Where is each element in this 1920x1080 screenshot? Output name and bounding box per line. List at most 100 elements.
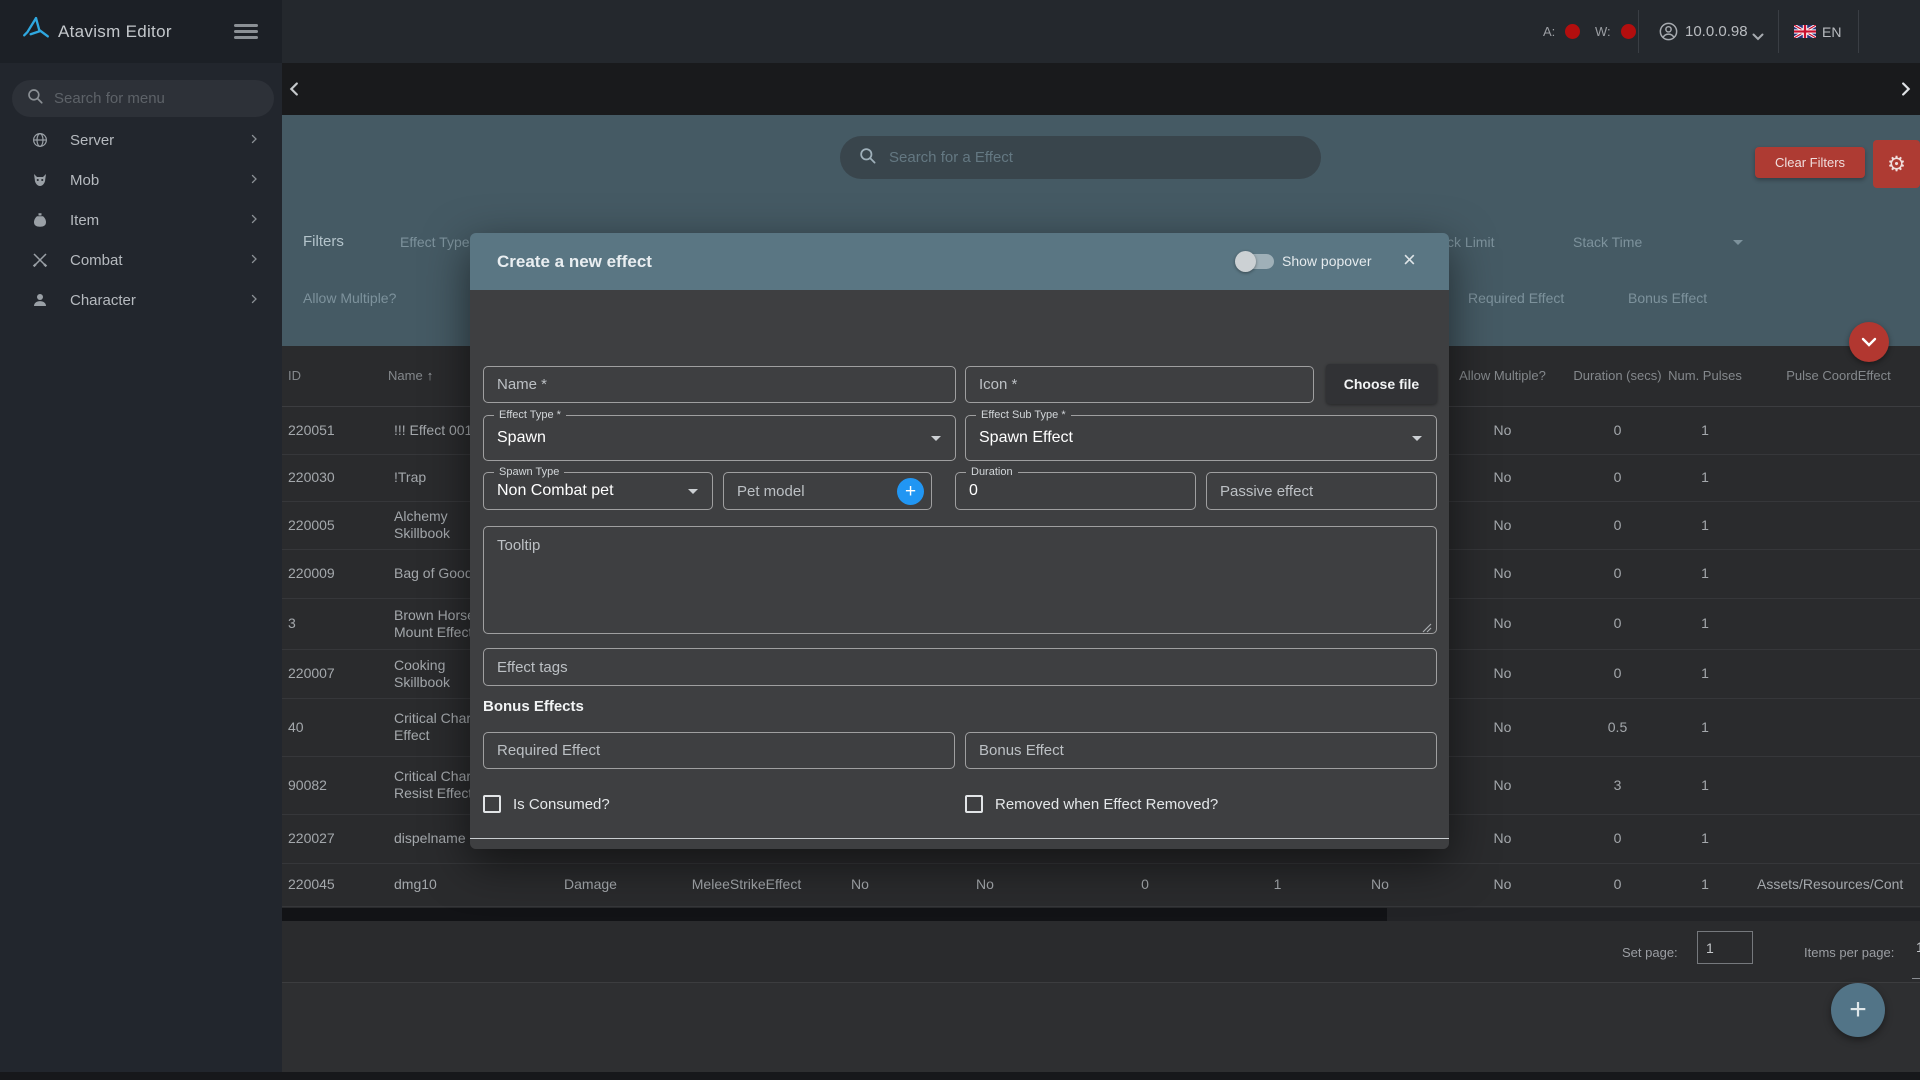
table-cell: 1 (1665, 549, 1745, 598)
sidebar-item-server[interactable]: Server (0, 120, 282, 160)
items-per-page-select[interactable]: 10 (1912, 939, 1920, 979)
table-cell: 220007 (282, 649, 388, 698)
table-cell: 0 (1570, 454, 1665, 501)
sidebar-item-mob[interactable]: Mob (0, 160, 282, 200)
sidebar-search[interactable] (12, 80, 274, 117)
chevron-right-icon (248, 252, 260, 269)
table-cell: 220009 (282, 549, 388, 598)
table-cell: 1 (1665, 598, 1745, 649)
modal-body: Choose file Effect Type * Spawn Effect S… (470, 290, 1449, 849)
pagination-bar: Set page: Items per page: 10 1 – 10 of 7… (282, 921, 1920, 982)
set-page-input[interactable] (1697, 931, 1753, 964)
bonus-effect-field[interactable] (965, 732, 1437, 769)
table-row[interactable]: 220045dmg10DamageMeleeStrikeEffectNoNo01… (282, 863, 1920, 906)
table-cell: MeleeStrikeEffect (683, 863, 810, 906)
table-cell: 0 (1060, 863, 1230, 906)
table-cell (1745, 649, 1920, 698)
hamburger-menu-icon[interactable] (234, 24, 258, 40)
sidebar-search-input[interactable] (54, 90, 244, 107)
create-effect-modal: Create a new effect Show popover × Choos… (470, 233, 1449, 849)
table-cell: No (1435, 549, 1570, 598)
column-header-duration-secs-[interactable]: Duration (secs) (1570, 346, 1665, 406)
bottom-strip (0, 1072, 1920, 1080)
effect-type-select[interactable]: Effect Type * Spawn (483, 415, 956, 461)
chevron-right-icon (248, 292, 260, 309)
table-cell: 1 (1665, 698, 1745, 756)
effect-tags-field[interactable] (483, 648, 1437, 686)
checkbox-icon[interactable] (483, 795, 501, 813)
table-cell: dmg10 (388, 863, 498, 906)
sidebar-header: Atavism Editor (0, 0, 282, 63)
chevron-down-icon[interactable] (1752, 28, 1764, 46)
filter-required-effect[interactable]: Required Effect (1468, 290, 1564, 306)
add-pet-model-icon[interactable]: + (897, 478, 924, 505)
tab-scroll-left-icon[interactable] (284, 78, 310, 104)
clear-filters-button[interactable]: Clear Filters (1755, 147, 1865, 178)
collapse-filters-fab[interactable] (1849, 322, 1889, 362)
sidebar-item-label: Character (70, 292, 248, 309)
table-cell: No (810, 863, 910, 906)
status-w-dot (1621, 24, 1636, 39)
table-cell (1745, 698, 1920, 756)
column-header-pulse-coordeffect[interactable]: Pulse CoordEffect (1745, 346, 1920, 406)
tab-scroll-right-icon[interactable] (1894, 78, 1920, 104)
table-cell: No (1435, 598, 1570, 649)
table-cell: 90082 (282, 756, 388, 814)
choose-file-button[interactable]: Choose file (1326, 364, 1437, 404)
table-cell: 220051 (282, 406, 388, 454)
is-consumed-checkbox[interactable]: Is Consumed? (483, 795, 610, 813)
table-cell: 40 (282, 698, 388, 756)
show-popover-toggle[interactable] (1238, 254, 1274, 269)
sidebar-item-item[interactable]: Item (0, 200, 282, 240)
filter-stack-time[interactable]: Stack Time (1573, 234, 1642, 250)
uk-flag-icon (1794, 25, 1816, 43)
spawn-type-select[interactable]: Spawn Type Non Combat pet (483, 472, 713, 510)
table-cell: 1 (1665, 756, 1745, 814)
table-cell: 0 (1570, 649, 1665, 698)
filters-gear-button[interactable]: ⚙ (1873, 140, 1920, 188)
person-icon (30, 291, 50, 309)
horizontal-scrollbar-thumb[interactable] (282, 908, 1387, 921)
table-cell: Assets/Resources/Cont (1745, 863, 1920, 906)
filter-allow-multiple[interactable]: Allow Multiple? (303, 290, 396, 306)
effect-sub-type-select[interactable]: Effect Sub Type * Spawn Effect (965, 415, 1437, 461)
table-cell: 1 (1665, 863, 1745, 906)
table-cell: 220027 (282, 814, 388, 863)
filter-bonus-effect[interactable]: Bonus Effect (1628, 290, 1707, 306)
table-cell: 220030 (282, 454, 388, 501)
required-effect-field[interactable] (483, 732, 955, 769)
effect-search-input[interactable] (889, 149, 1269, 166)
table-cell (1745, 406, 1920, 454)
column-header-allow-multiple-[interactable]: Allow Multiple? (1435, 346, 1570, 406)
duration-input[interactable] (956, 473, 1195, 509)
passive-effect-field[interactable] (1206, 472, 1437, 510)
status-w-label: W: (1595, 24, 1611, 39)
tooltip-field[interactable] (483, 526, 1437, 634)
crossed-swords-icon (30, 251, 50, 269)
table-cell: 0 (1570, 549, 1665, 598)
icon-field[interactable] (965, 366, 1314, 403)
name-field[interactable] (483, 366, 956, 403)
item-pouch-icon (30, 211, 50, 229)
language-label[interactable]: EN (1822, 24, 1841, 40)
sidebar-item-character[interactable]: Character (0, 280, 282, 320)
add-effect-fab[interactable]: + (1831, 983, 1885, 1037)
filter-effect-type[interactable]: Effect Type (400, 234, 470, 250)
table-cell: 0.5 (1570, 698, 1665, 756)
server-ip[interactable]: 10.0.0.98 (1685, 23, 1748, 40)
table-cell: No (1435, 756, 1570, 814)
effect-search[interactable] (840, 136, 1321, 179)
table-cell: 0 (1570, 814, 1665, 863)
sidebar-item-combat[interactable]: Combat (0, 240, 282, 280)
close-icon[interactable]: × (1403, 247, 1416, 273)
chevron-down-icon (688, 489, 698, 494)
table-cell: 220005 (282, 501, 388, 549)
removed-when-effect-removed-checkbox[interactable]: Removed when Effect Removed? (965, 795, 1218, 813)
column-header-id[interactable]: ID (282, 346, 388, 406)
sidebar-item-label: Mob (70, 172, 248, 189)
table-cell: 1 (1665, 814, 1745, 863)
column-header-num-pulses[interactable]: Num. Pulses (1665, 346, 1745, 406)
table-cell: 0 (1570, 501, 1665, 549)
checkbox-icon[interactable] (965, 795, 983, 813)
items-per-page-label: Items per page: (1804, 945, 1894, 960)
